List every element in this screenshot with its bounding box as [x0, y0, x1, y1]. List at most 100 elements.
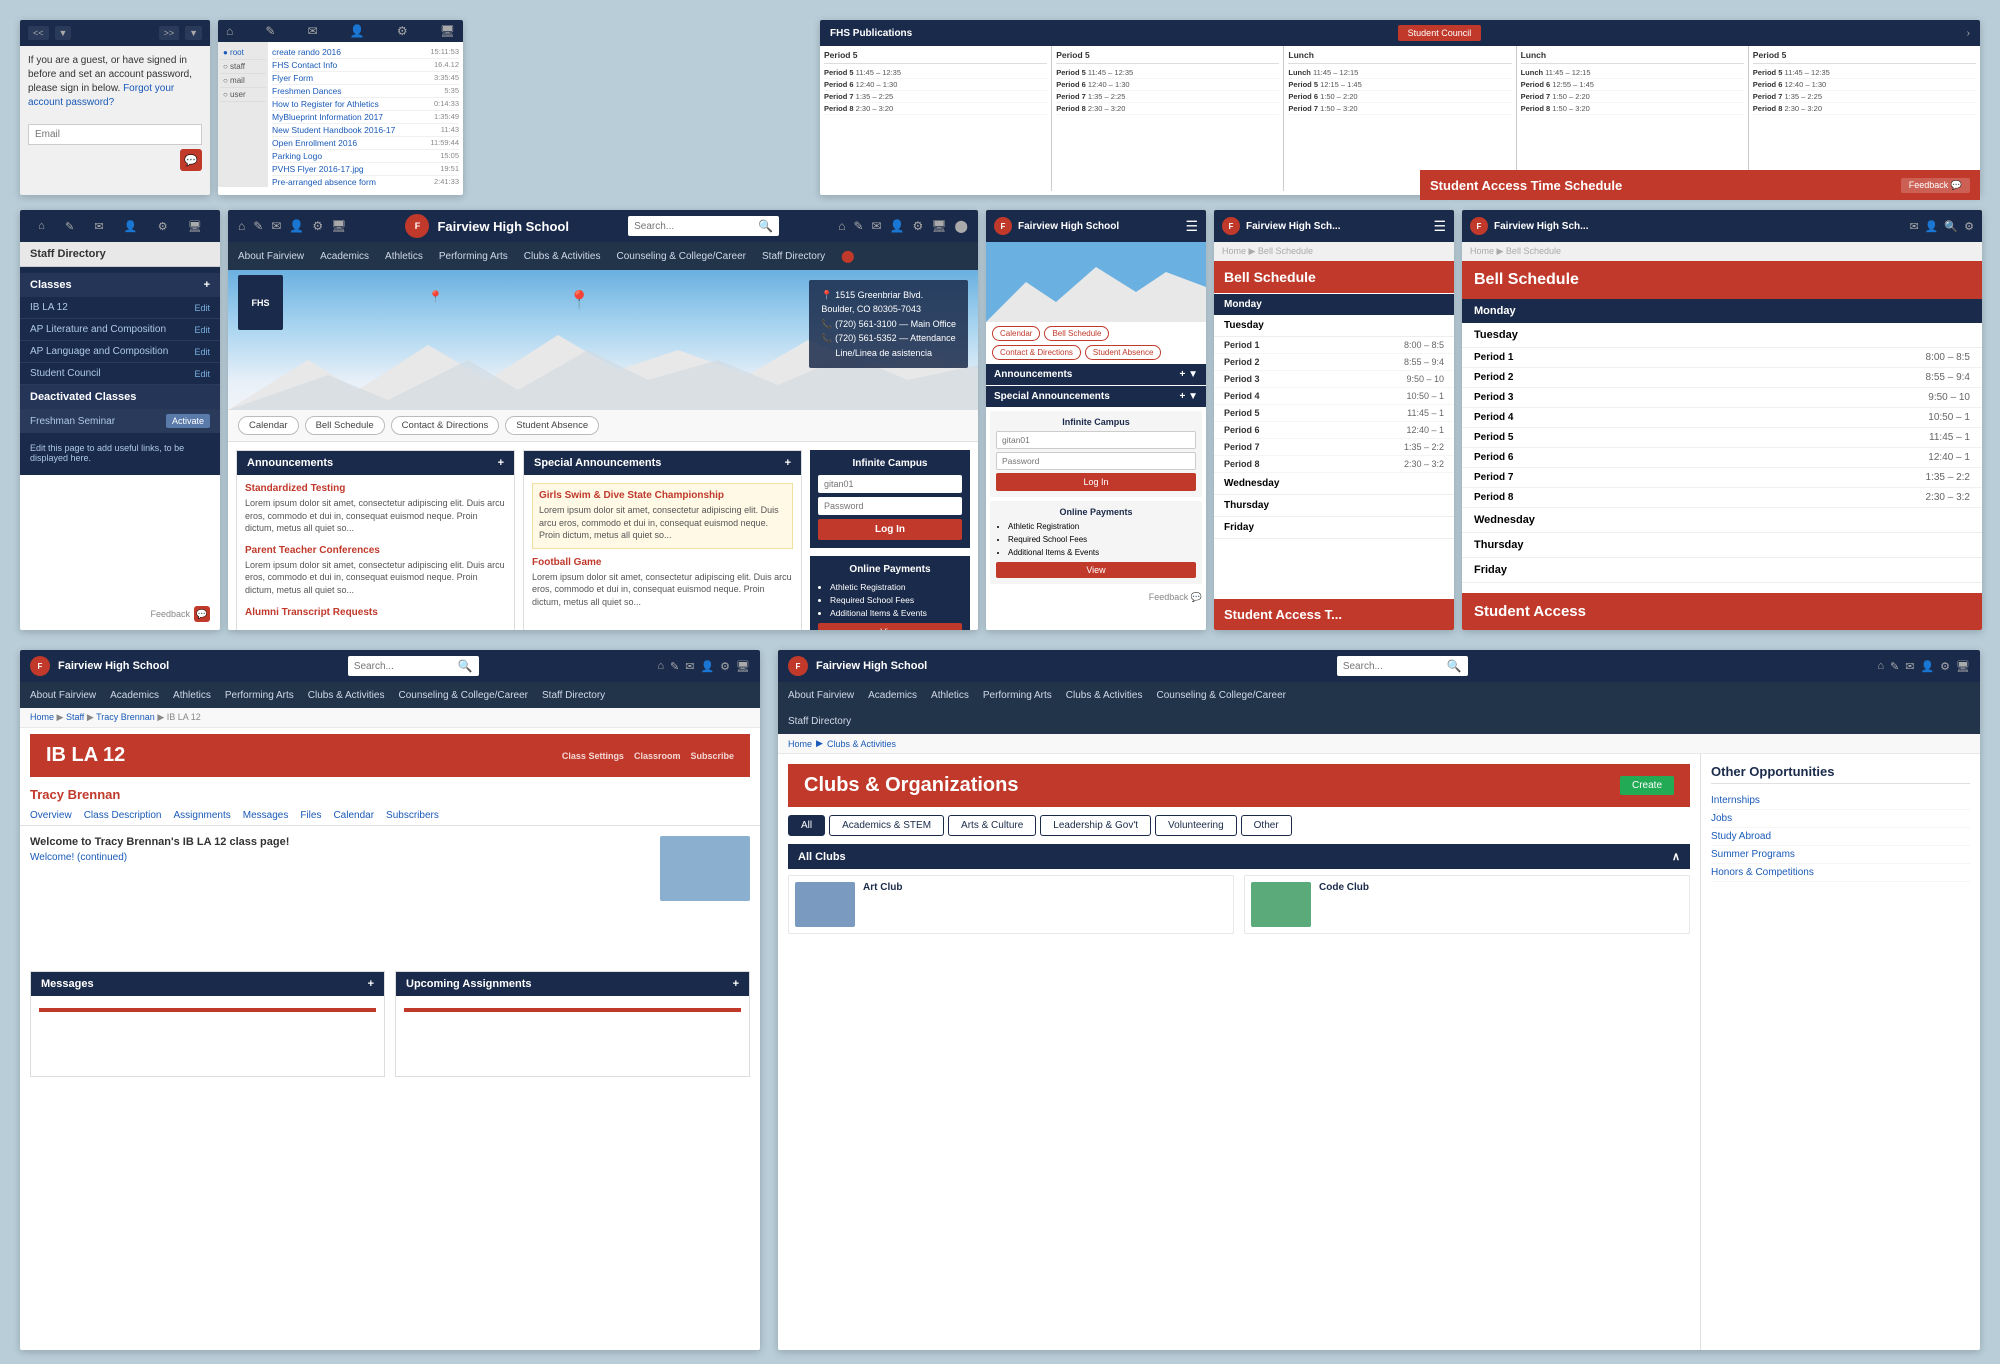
edit-icon[interactable]: ✎ — [253, 219, 263, 233]
edit-icon[interactable]: ✎ — [265, 24, 275, 38]
class-edit-link[interactable]: Edit — [194, 347, 210, 357]
monitor-icon[interactable]: 🖥 — [331, 219, 346, 233]
add-special-ann-button[interactable]: + — [785, 457, 791, 469]
arrow-right[interactable]: › — [1967, 28, 1970, 39]
feedback-chat-icon[interactable]: 💬 — [194, 606, 210, 622]
chat-icon[interactable]: 💬 — [180, 149, 202, 171]
menu-icon[interactable]: ☰ — [1185, 218, 1198, 235]
home-icon[interactable]: ⌂ — [238, 219, 245, 233]
clubs-search-box[interactable]: 🔍 — [1337, 656, 1468, 676]
mobile-calendar-pill[interactable]: Calendar — [992, 326, 1040, 341]
subscribe-link[interactable]: Subscribe — [690, 751, 734, 761]
file-item[interactable]: Freshmen Dances5:35 — [272, 85, 459, 98]
mobile-absence-pill[interactable]: Student Absence — [1085, 345, 1162, 360]
nav-item-4[interactable]: ○ user — [220, 88, 266, 102]
bell-menu-icon[interactable]: ☰ — [1433, 218, 1446, 235]
nav-athletics[interactable]: Athletics — [385, 251, 423, 262]
mail-icon[interactable]: ✉ — [308, 24, 318, 38]
clubs-nav-clubs[interactable]: Clubs & Activities — [1066, 690, 1143, 701]
opps-honors[interactable]: Honors & Competitions — [1711, 864, 1970, 882]
opps-study-abroad[interactable]: Study Abroad — [1711, 828, 1970, 846]
home-icon[interactable]: ⌂ — [38, 220, 45, 232]
clubs-nav-counseling[interactable]: Counseling & College/Career — [1156, 690, 1286, 701]
mail-icon[interactable]: ✉ — [94, 220, 103, 233]
clubs-nav-about[interactable]: About Fairview — [788, 690, 854, 701]
opps-summer-programs[interactable]: Summer Programs — [1711, 846, 1970, 864]
edit-page-link[interactable]: Edit this page to add useful links, to b… — [20, 437, 220, 469]
gear-icon-2[interactable]: ⚙ — [913, 219, 924, 233]
opps-internships[interactable]: Internships — [1711, 792, 1970, 810]
cp-search-input[interactable] — [354, 661, 454, 672]
forward-dropdown[interactable]: ▼ — [185, 26, 202, 40]
clubs-mail-icon[interactable]: ✉ — [1905, 660, 1914, 673]
monitor-icon-2[interactable]: 🖥 — [931, 219, 946, 233]
gear-icon[interactable]: ⚙ — [312, 219, 323, 233]
club-card-1[interactable]: Art Club — [788, 875, 1234, 934]
mobile-ic-login-btn[interactable]: Log In — [996, 473, 1196, 491]
file-item[interactable]: New Student Handbook 2016-1711:43 — [272, 124, 459, 137]
mobile-ic-password[interactable] — [996, 452, 1196, 470]
clubs-search-input[interactable] — [1343, 661, 1443, 672]
cp-search-box[interactable]: 🔍 — [348, 656, 479, 676]
club-name-1[interactable]: Art Club — [863, 882, 902, 893]
nav-clubs[interactable]: Clubs & Activities — [308, 690, 385, 701]
nav-performing-arts[interactable]: Performing Arts — [439, 251, 508, 262]
file-item[interactable]: Pre-arranged absence form2:41:33 — [272, 176, 459, 187]
filter-academics[interactable]: Academics & STEM — [829, 815, 944, 836]
home-icon-2[interactable]: ⌂ — [838, 219, 845, 233]
email-input[interactable] — [28, 124, 202, 145]
far-user-icon[interactable]: 👤 — [1925, 220, 1939, 233]
mail-icon-2[interactable]: ✉ — [872, 219, 882, 233]
gear-icon[interactable]: ⚙ — [397, 24, 408, 38]
breadcrumb-link[interactable]: Tracy Brennan — [96, 712, 155, 722]
feedback-button[interactable]: Feedback 💬 — [1901, 178, 1970, 193]
filter-other[interactable]: Other — [1241, 815, 1292, 836]
clubs-nav-staff[interactable]: Staff Directory — [788, 716, 851, 727]
file-item[interactable]: How to Register for Athletics0:14:33 — [272, 98, 459, 111]
bell-schedule-pill[interactable]: Bell Schedule — [305, 416, 385, 435]
class-edit-link[interactable]: Edit — [194, 303, 210, 313]
clubs-nav-academics[interactable]: Academics — [868, 690, 917, 701]
home-icon[interactable]: ⌂ — [226, 24, 233, 38]
cp-monitor-icon[interactable]: 🖥 — [736, 660, 750, 673]
special-ann-title-1[interactable]: Girls Swim & Dive State Championship — [539, 490, 786, 501]
class-edit-link[interactable]: Edit — [194, 325, 210, 335]
mobile-view-btn[interactable]: View — [996, 562, 1196, 578]
mobile-ic-username[interactable] — [996, 431, 1196, 449]
nav-athletics[interactable]: Athletics — [173, 690, 211, 701]
cp-edit-icon[interactable]: ✎ — [670, 660, 679, 673]
create-button[interactable]: Create — [1620, 776, 1674, 795]
user-icon[interactable]: 👤 — [350, 24, 365, 38]
nav-staff[interactable]: Staff Directory — [542, 690, 605, 701]
nav-item-3[interactable]: ○ mail — [220, 74, 266, 88]
file-item[interactable]: MyBlueprint Information 20171:35:49 — [272, 111, 459, 124]
ic-username-input[interactable] — [818, 475, 962, 493]
far-mail-icon[interactable]: ✉ — [1910, 220, 1919, 233]
add-announcement-button[interactable]: + — [498, 457, 504, 469]
search-box[interactable]: 🔍 — [628, 216, 779, 236]
student-absence-pill[interactable]: Student Absence — [505, 416, 599, 435]
activate-button[interactable]: Activate — [166, 414, 210, 428]
search-input[interactable] — [634, 221, 754, 232]
clubs-user-icon[interactable]: 👤 — [1920, 660, 1934, 673]
filter-leadership[interactable]: Leadership & Gov't — [1040, 815, 1151, 836]
edit-icon[interactable]: ✎ — [65, 220, 74, 233]
ic-password-input[interactable] — [818, 497, 962, 515]
nav-about[interactable]: About Fairview — [238, 251, 304, 262]
view-button[interactable]: View — [818, 623, 962, 630]
back-button[interactable]: << — [28, 26, 49, 40]
announcement-title[interactable]: Parent Teacher Conferences — [245, 545, 506, 556]
mobile-bell-pill[interactable]: Bell Schedule — [1044, 326, 1109, 341]
assignments-link[interactable]: Assignments — [174, 810, 231, 821]
back-dropdown[interactable]: ▼ — [55, 26, 72, 40]
forward-button[interactable]: >> — [159, 26, 180, 40]
subscribers-link[interactable]: Subscribers — [386, 810, 439, 821]
mail-icon[interactable]: ✉ — [271, 219, 281, 233]
far-search-icon[interactable]: 🔍 — [1944, 220, 1958, 233]
notifications-icon[interactable]: ⬤ — [841, 249, 854, 263]
edit-icon-2[interactable]: ✎ — [853, 219, 863, 233]
file-item[interactable]: create rando 201615:11:53 — [272, 46, 459, 59]
add-class-button[interactable]: + — [204, 279, 210, 291]
calendar-link[interactable]: Calendar — [333, 810, 374, 821]
far-gear-icon[interactable]: ⚙ — [1964, 220, 1974, 233]
